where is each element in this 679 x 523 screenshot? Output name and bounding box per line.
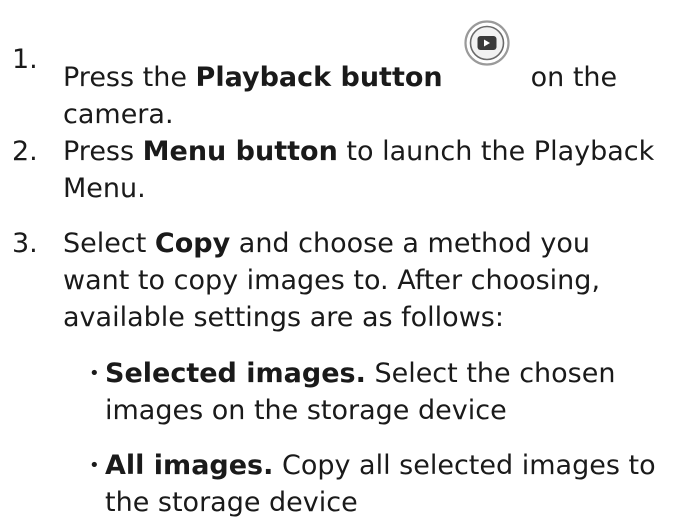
bullet-text-line: images on the storage device bbox=[105, 395, 507, 426]
playback-button-icon bbox=[463, 20, 511, 89]
step-text-line: Menu. bbox=[63, 173, 146, 204]
step-text-line: camera. bbox=[63, 99, 174, 130]
step-text-lead: Press bbox=[63, 136, 143, 167]
bullet-text-tail: Select the chosen bbox=[365, 358, 616, 389]
step-text-tail: on the bbox=[530, 62, 618, 93]
step-text-tail: and choose a method you bbox=[230, 228, 590, 259]
bullet-text: All images. Copy all selected images to … bbox=[105, 447, 675, 521]
playback-button-label: Playback button bbox=[195, 62, 443, 93]
step-number: 2. bbox=[12, 136, 38, 167]
step-text: Press Menu button to launch the Playback… bbox=[63, 133, 673, 207]
bullet-marker: • bbox=[89, 455, 100, 476]
instructions-page: 1. Press the Playback button on the camer… bbox=[0, 0, 679, 523]
step-number: 1. bbox=[12, 44, 38, 75]
step-text: Press the Playback button on the camera. bbox=[63, 20, 673, 133]
bullet-text: Selected images. Select the chosen image… bbox=[105, 355, 675, 429]
copy-label: Copy bbox=[154, 228, 231, 259]
menu-button-label: Menu button bbox=[142, 136, 338, 167]
step-text-lead: Select bbox=[63, 228, 155, 259]
step-text-line: want to copy images to. After choosing, bbox=[63, 265, 601, 296]
step-text-line: available settings are as follows: bbox=[63, 302, 504, 333]
bullet-text-tail: Copy all selected images to bbox=[273, 450, 656, 481]
step-number: 3. bbox=[12, 228, 38, 259]
bullet-title: Selected images. bbox=[105, 358, 366, 389]
bullet-marker: • bbox=[89, 363, 100, 384]
step-text-tail: to launch the Playback bbox=[337, 136, 655, 167]
step-text: Select Copy and choose a method you want… bbox=[63, 225, 673, 336]
bullet-text-line: the storage device bbox=[105, 487, 358, 518]
step-text-lead: Press the bbox=[63, 62, 196, 93]
bullet-title: All images. bbox=[105, 450, 274, 481]
